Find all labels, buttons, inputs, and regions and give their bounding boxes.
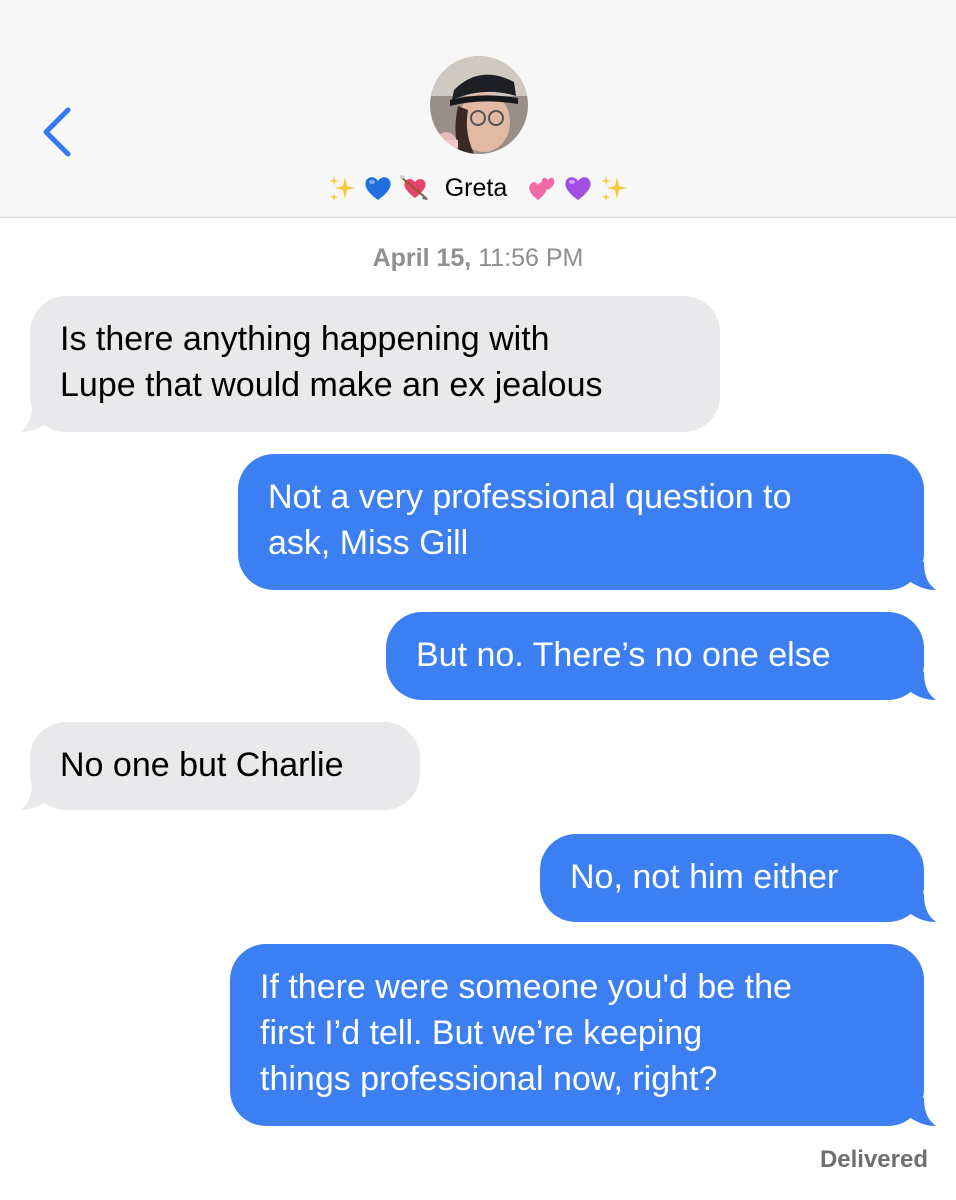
- message-line: Not a very professional question to: [268, 478, 792, 516]
- outgoing-message-bubble[interactable]: If there were someone you'd be the first…: [230, 944, 924, 1126]
- message-line: No one but Charlie: [60, 746, 344, 784]
- message-timestamp: April 15, 11:56 PM: [0, 244, 956, 273]
- timestamp-date: April 15,: [372, 244, 472, 272]
- outgoing-bubble-tail: [908, 672, 936, 700]
- message-line: But no. There’s no one else: [416, 636, 831, 674]
- contact-photo: [430, 56, 528, 154]
- incoming-message-bubble[interactable]: Is there anything happening with Lupe th…: [30, 296, 720, 432]
- message-line: If there were someone you'd be the: [260, 968, 792, 1006]
- contact-name-row[interactable]: Greta: [0, 168, 956, 208]
- blue-heart-icon: [363, 173, 393, 203]
- outgoing-bubble-tail: [908, 1098, 936, 1126]
- message-line: ask, Miss Gill: [268, 524, 469, 562]
- incoming-bubble-tail: [20, 782, 48, 810]
- chevron-left-icon: [43, 107, 71, 157]
- heart-with-arrow-icon: [399, 173, 429, 203]
- sparkles-icon: [599, 173, 629, 203]
- purple-heart-icon: [563, 173, 593, 203]
- message-line: Is there anything happening with: [60, 320, 550, 358]
- incoming-message-bubble[interactable]: No one but Charlie: [30, 722, 420, 810]
- outgoing-message-bubble[interactable]: Not a very professional question to ask,…: [238, 454, 924, 590]
- incoming-bubble-tail: [20, 404, 48, 432]
- outgoing-bubble-tail: [908, 562, 936, 590]
- message-line: No, not him either: [570, 858, 839, 896]
- two-hearts-icon: [527, 173, 557, 203]
- delivery-status: Delivered: [819, 1146, 928, 1173]
- contact-name: Greta: [444, 173, 508, 202]
- message-line: first I’d tell. But we’re keeping: [260, 1014, 703, 1052]
- message-line: Lupe that would make an ex jealous: [60, 366, 603, 404]
- back-button[interactable]: [36, 104, 86, 160]
- conversation-header: Greta: [0, 0, 956, 218]
- message-line: things professional now, right?: [260, 1060, 718, 1098]
- outgoing-message-bubble[interactable]: But no. There’s no one else: [386, 612, 924, 700]
- outgoing-message-bubble[interactable]: No, not him either: [540, 834, 924, 922]
- avatar[interactable]: [430, 56, 528, 154]
- outgoing-bubble-tail: [908, 894, 936, 922]
- timestamp-time: 11:56 PM: [471, 244, 584, 272]
- sparkles-icon: [327, 173, 357, 203]
